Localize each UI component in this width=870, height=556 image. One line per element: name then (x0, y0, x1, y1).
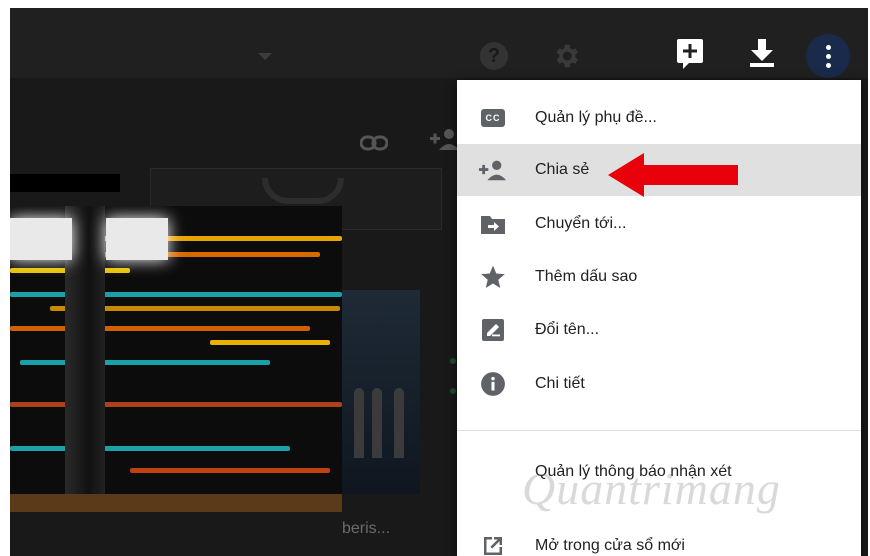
background-bar (10, 174, 120, 192)
watermark-logo: Quantrimang (522, 463, 781, 514)
share-person-add-icon (479, 156, 507, 184)
settings-gear-icon[interactable] (550, 40, 582, 72)
menu-item-open-in-new-window[interactable]: Mở trong cửa sổ mới (457, 520, 861, 556)
menu-item-add-star[interactable]: Thêm dấu sao (457, 251, 861, 303)
video-thumbnail[interactable] (10, 206, 342, 512)
background-logo (262, 178, 344, 204)
add-to-drive-icon[interactable] (674, 36, 706, 70)
link-icon[interactable] (359, 130, 389, 158)
menu-item-manage-captions[interactable]: CC Quản lý phụ đề... (457, 92, 861, 144)
help-icon[interactable]: ? (480, 42, 508, 70)
chevron-down-icon[interactable] (258, 53, 272, 60)
red-arrow-annotation (608, 153, 738, 197)
open-in-new-icon (479, 532, 507, 556)
rename-pencil-icon (479, 316, 507, 344)
background-caption: beris... (342, 520, 391, 537)
star-icon (479, 263, 507, 291)
menu-item-label: Chia sẻ (535, 161, 590, 178)
menu-divider (457, 430, 861, 431)
info-icon (479, 370, 507, 398)
menu-item-label: Mở trong cửa sổ mới (535, 537, 685, 554)
menu-item-label: Chuyển tới... (535, 215, 627, 232)
menu-item-label: Quản lý phụ đề... (535, 109, 657, 126)
menu-item-label: Thêm dấu sao (535, 268, 638, 285)
app-window: ? beris... CC Quản lý phụ đề... Chia sẻ … (10, 8, 868, 556)
top-toolbar: ? (10, 8, 868, 78)
menu-item-details[interactable]: Chi tiết (457, 358, 861, 410)
move-to-folder-icon (479, 210, 507, 238)
menu-item-rename[interactable]: Đổi tên... (457, 304, 861, 356)
video-thumbnail-2[interactable] (342, 290, 420, 494)
add-person-icon[interactable] (430, 128, 460, 156)
menu-item-label: Đổi tên... (535, 321, 600, 338)
menu-item-move-to[interactable]: Chuyển tới... (457, 198, 861, 250)
closed-captions-icon: CC (479, 104, 507, 132)
download-icon[interactable] (746, 36, 778, 70)
status-dot (450, 358, 456, 364)
status-dot (450, 388, 456, 394)
menu-item-label: Chi tiết (535, 375, 585, 392)
more-vert-icon[interactable] (806, 34, 850, 78)
